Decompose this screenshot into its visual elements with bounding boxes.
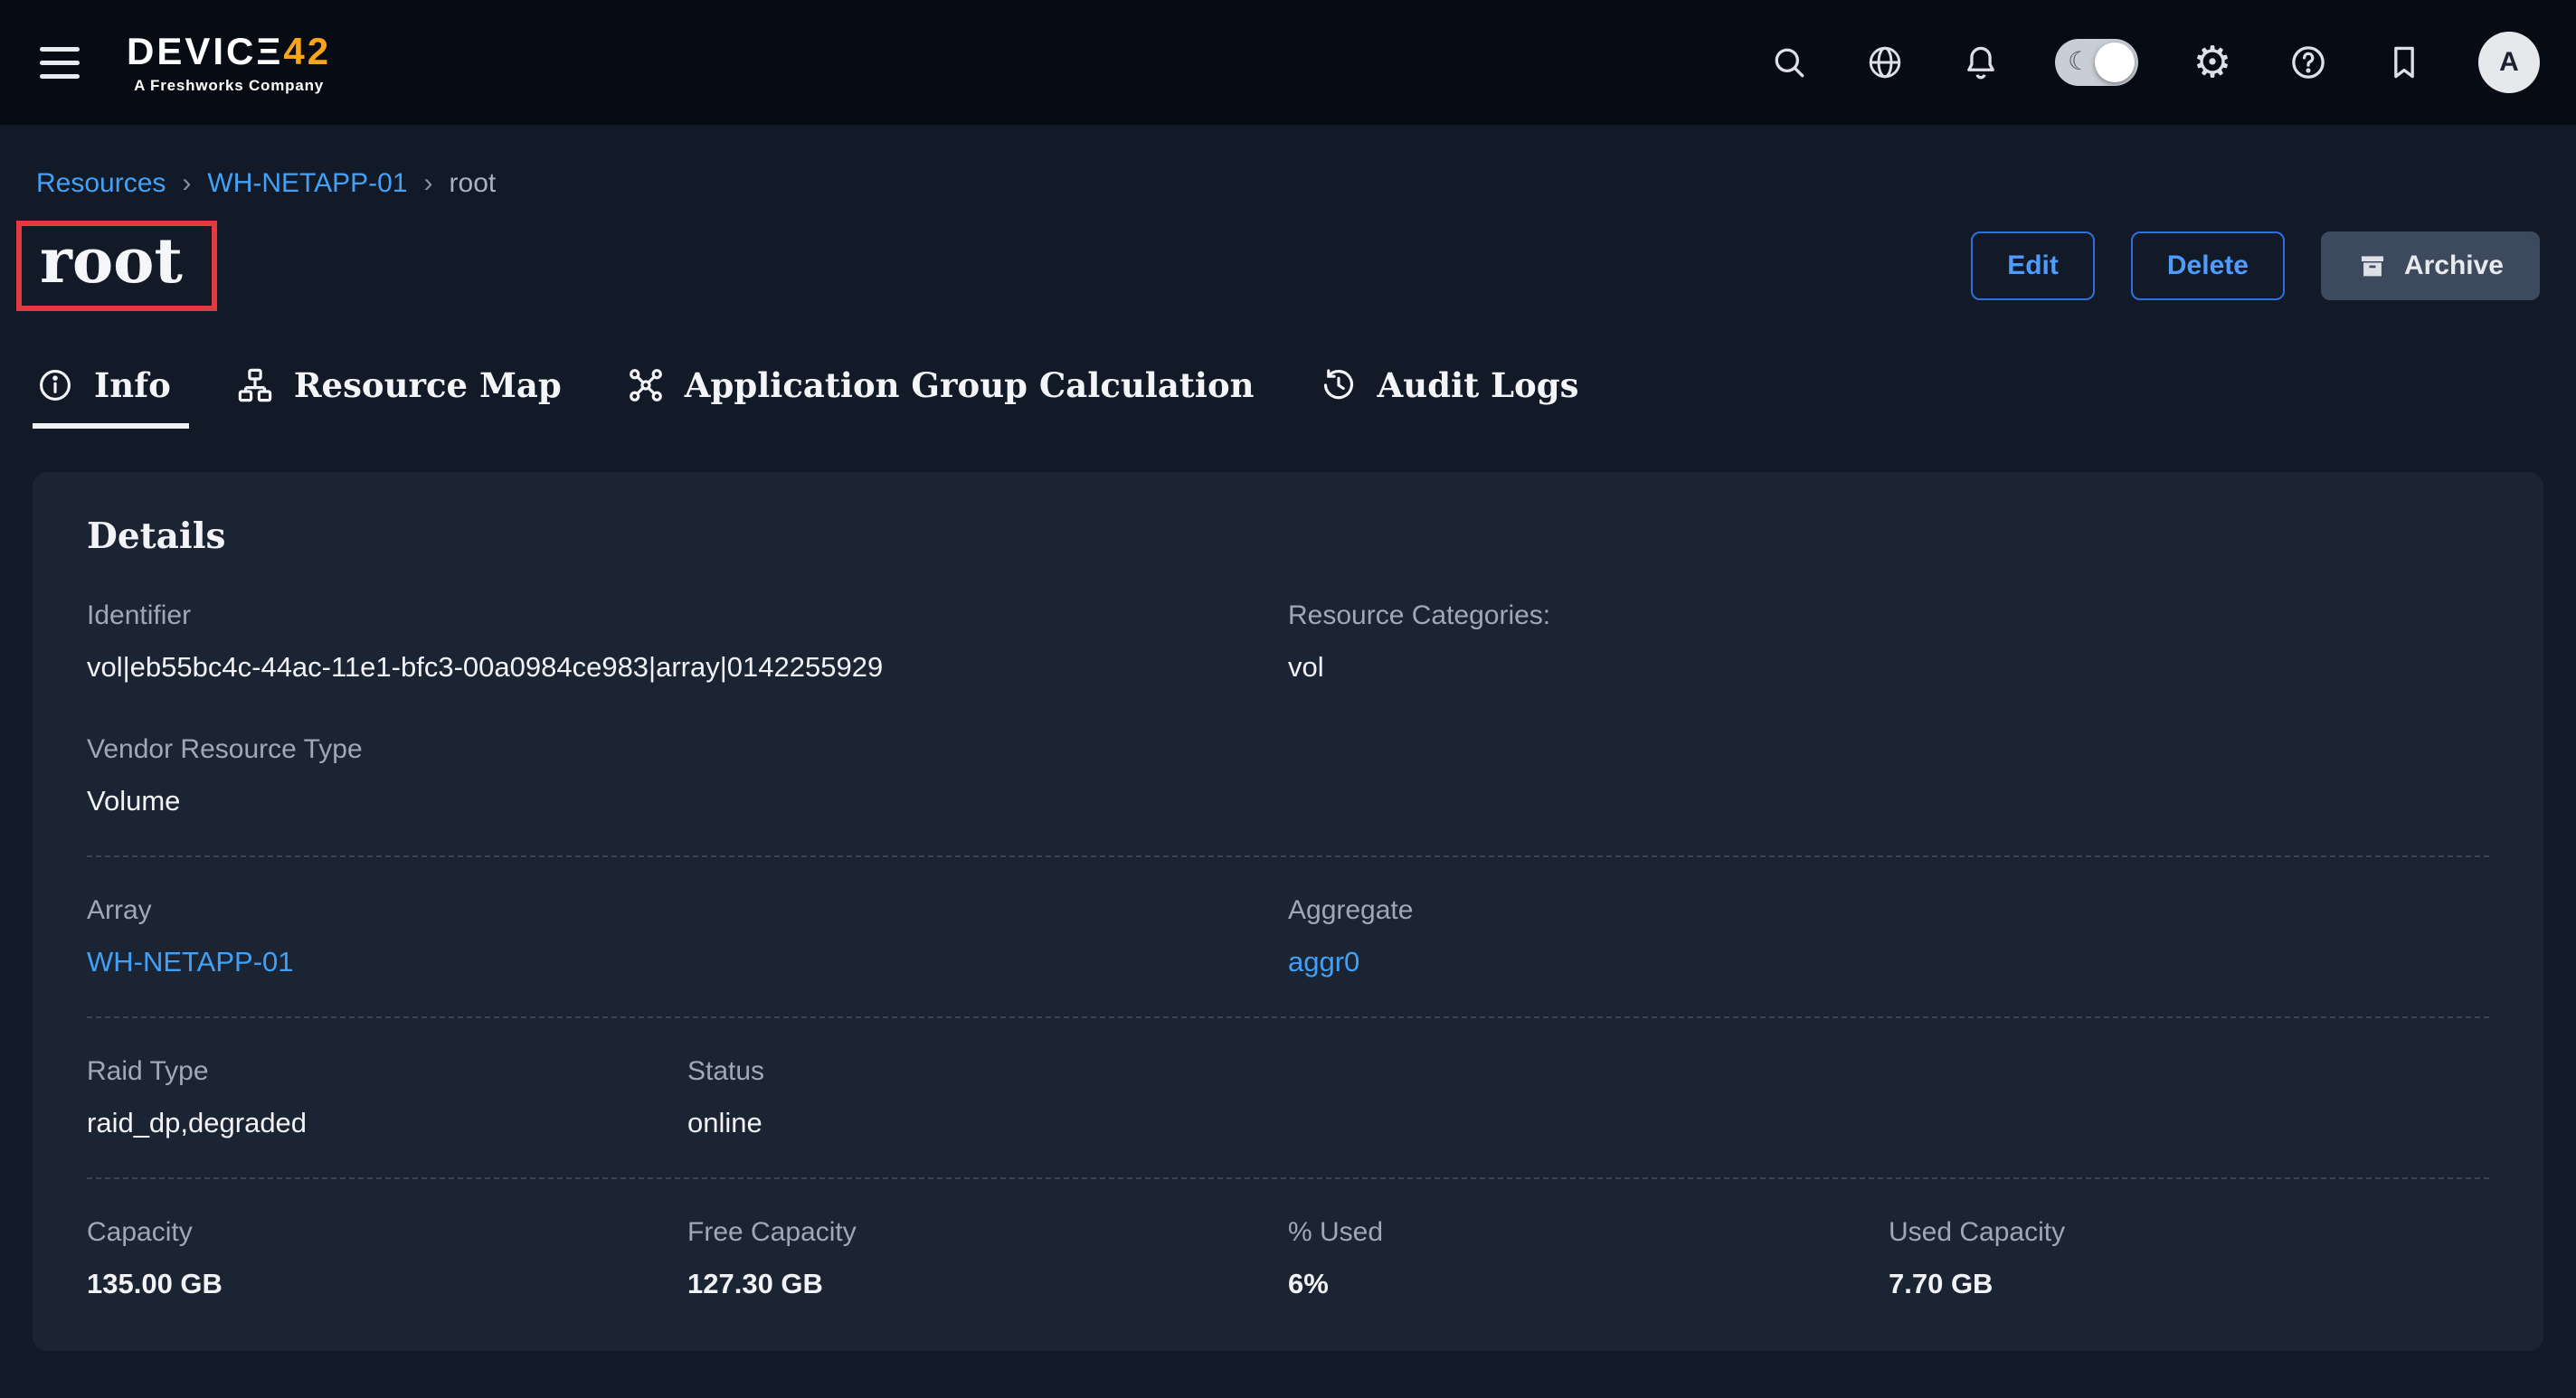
device42-logo[interactable]: DEVICΞ42 A Freshworks Company — [127, 33, 331, 93]
tab-application-group-calculation[interactable]: Application Group Calculation — [627, 365, 1258, 429]
delete-button[interactable]: Delete — [2131, 231, 2285, 300]
field-free-capacity-value: 127.30 GB — [687, 1268, 1288, 1300]
help-icon[interactable] — [2287, 41, 2330, 84]
archive-button-label: Archive — [2404, 250, 2504, 281]
title-annotation-box: root — [16, 221, 217, 311]
tab-resource-map[interactable]: Resource Map — [236, 365, 565, 429]
page-title: root — [40, 226, 183, 297]
details-grid-identifier: Identifier vol|eb55bc4c-44ac-11e1-bfc3-0… — [87, 600, 2489, 817]
gear-icon[interactable]: ⚙ — [2191, 41, 2234, 84]
theme-toggle[interactable]: ☾ — [2055, 39, 2138, 86]
info-icon — [36, 366, 74, 404]
tab-audit-logs[interactable]: Audit Logs — [1320, 365, 1583, 429]
avatar[interactable]: A — [2478, 32, 2540, 93]
sitemap-icon — [236, 366, 274, 404]
field-aggregate-label: Aggregate — [1288, 895, 2489, 926]
top-bar: DEVICΞ42 A Freshworks Company ☾ ⚙ A — [0, 0, 2576, 125]
hamburger-menu-icon[interactable] — [36, 40, 83, 86]
field-capacity-value: 135.00 GB — [87, 1268, 687, 1300]
field-array-label: Array — [87, 895, 1288, 926]
field-percent-used: % Used 6% — [1288, 1217, 1889, 1300]
details-grid-array: Array WH-NETAPP-01 Aggregate aggr0 — [87, 895, 2489, 978]
search-icon[interactable] — [1767, 41, 1811, 84]
breadcrumb-resources[interactable]: Resources — [36, 168, 166, 199]
field-raid-type-value: raid_dp,degraded — [87, 1107, 687, 1139]
field-status-label: Status — [687, 1056, 1288, 1087]
field-resource-categories-label: Resource Categories: — [1288, 600, 2489, 631]
field-identifier-label: Identifier — [87, 600, 1288, 631]
field-status: Status online — [687, 1056, 1288, 1139]
field-status-value: online — [687, 1107, 1288, 1139]
details-grid-raid-status: Raid Type raid_dp,degraded Status online — [87, 1056, 2489, 1139]
field-aggregate-link[interactable]: aggr0 — [1288, 946, 2489, 978]
archive-icon — [2357, 250, 2388, 281]
field-array: Array WH-NETAPP-01 — [87, 895, 1288, 978]
field-identifier-value: vol|eb55bc4c-44ac-11e1-bfc3-00a0984ce983… — [87, 651, 1288, 684]
section-divider — [87, 1177, 2489, 1179]
globe-icon[interactable] — [1863, 41, 1907, 84]
field-capacity-label: Capacity — [87, 1217, 687, 1248]
field-free-capacity-label: Free Capacity — [687, 1217, 1288, 1248]
title-row: root Edit Delete Archive — [0, 199, 2576, 311]
details-heading: Details — [87, 515, 2489, 557]
section-divider — [87, 1016, 2489, 1018]
field-identifier: Identifier vol|eb55bc4c-44ac-11e1-bfc3-0… — [87, 600, 1288, 684]
bookmark-icon[interactable] — [2382, 41, 2426, 84]
field-capacity: Capacity 135.00 GB — [87, 1217, 687, 1300]
breadcrumb-wh-netapp-01[interactable]: WH-NETAPP-01 — [207, 168, 407, 199]
bell-icon[interactable] — [1959, 41, 2003, 84]
toggle-knob — [2095, 43, 2135, 82]
history-icon — [1320, 366, 1358, 404]
field-vendor-resource-type-label: Vendor Resource Type — [87, 734, 1288, 765]
field-aggregate: Aggregate aggr0 — [1288, 895, 2489, 978]
tab-audit-logs-label: Audit Logs — [1378, 365, 1579, 405]
field-percent-used-label: % Used — [1288, 1217, 1889, 1248]
application-group-icon — [627, 366, 665, 404]
details-grid-capacity: Capacity 135.00 GB Free Capacity 127.30 … — [87, 1217, 2489, 1300]
archive-button[interactable]: Archive — [2321, 231, 2540, 300]
field-percent-used-value: 6% — [1288, 1268, 1889, 1300]
field-raid-type: Raid Type raid_dp,degraded — [87, 1056, 687, 1139]
edit-button[interactable]: Edit — [1971, 231, 2095, 300]
details-card: Details Identifier vol|eb55bc4c-44ac-11e… — [33, 472, 2543, 1351]
topbar-actions: ☾ ⚙ A — [1767, 32, 2540, 93]
field-free-capacity: Free Capacity 127.30 GB — [687, 1217, 1288, 1300]
tab-application-group-calculation-label: Application Group Calculation — [685, 365, 1255, 405]
field-array-link[interactable]: WH-NETAPP-01 — [87, 946, 1288, 978]
logo-subtitle: A Freshworks Company — [134, 78, 324, 93]
field-used-capacity-value: 7.70 GB — [1889, 1268, 2489, 1300]
breadcrumb-separator: › — [424, 168, 433, 199]
breadcrumb: Resources › WH-NETAPP-01 › root — [0, 125, 2576, 199]
logo-text: DEVICΞ42 — [127, 33, 331, 71]
field-resource-categories-value: vol — [1288, 651, 2489, 684]
field-vendor-resource-type-value: Volume — [87, 785, 1288, 817]
field-vendor-resource-type: Vendor Resource Type Volume — [87, 734, 1288, 817]
breadcrumb-current: root — [450, 168, 497, 199]
tab-bar: Info Resource Map Application Group Calc… — [0, 311, 2576, 429]
tab-info-label: Info — [94, 365, 171, 405]
field-used-capacity-label: Used Capacity — [1889, 1217, 2489, 1248]
field-used-capacity: Used Capacity 7.70 GB — [1889, 1217, 2489, 1300]
tab-info[interactable]: Info — [36, 365, 175, 429]
field-raid-type-label: Raid Type — [87, 1056, 687, 1087]
moon-icon: ☾ — [2068, 46, 2090, 77]
action-buttons: Edit Delete Archive — [1971, 231, 2540, 300]
breadcrumb-separator: › — [182, 168, 191, 199]
tab-resource-map-label: Resource Map — [294, 365, 562, 405]
section-divider — [87, 855, 2489, 857]
field-resource-categories: Resource Categories: vol — [1288, 600, 2489, 684]
